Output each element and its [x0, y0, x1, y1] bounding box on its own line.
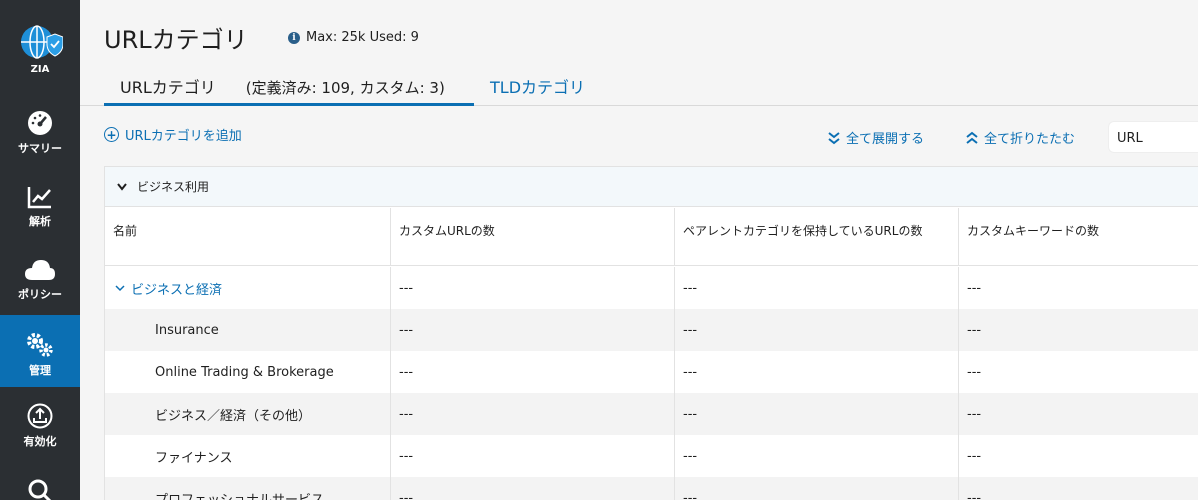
sidebar-item-activate[interactable]: 有効化	[0, 403, 80, 463]
row-custom-urls: ---	[391, 393, 675, 435]
row-parent-urls: ---	[675, 393, 959, 435]
row-name: ビジネス／経済（その他）	[105, 393, 391, 435]
row-parent-urls: ---	[675, 309, 959, 351]
collapse-all-label: 全て折りたたむ	[984, 132, 1076, 147]
sidebar-item-label: ポリシー	[18, 288, 62, 301]
plus-circle-icon: +	[104, 127, 119, 142]
row-name: プロフェッショナルサービス	[105, 477, 391, 500]
expand-all-button[interactable]: 全て展開する	[828, 128, 924, 147]
activate-icon	[27, 403, 53, 429]
row-name: ファイナンス	[105, 435, 391, 477]
column-header-parent-urls[interactable]: ペアレントカテゴリを保持しているURLの数	[675, 208, 959, 266]
quota-text: Max: 25k Used: 9	[306, 30, 419, 45]
page-title: URLカテゴリ	[104, 26, 248, 54]
table-row[interactable]: ビジネスと経済 --- --- ---	[105, 267, 1198, 309]
sidebar-item-summary[interactable]: サマリー	[0, 110, 80, 170]
table-row[interactable]: Online Trading & Brokerage --- --- ---	[105, 351, 1198, 393]
dashboard-icon	[28, 111, 52, 135]
row-parent-urls: ---	[675, 267, 959, 309]
row-keywords: ---	[967, 406, 982, 422]
row-custom-urls: ---	[391, 435, 675, 477]
table-row[interactable]: プロフェッショナルサービス --- --- ---	[105, 477, 1198, 500]
table-row[interactable]: Insurance --- --- ---	[105, 309, 1198, 351]
row-keywords: ---	[967, 364, 982, 380]
url-category-table: ビジネス利用 名前 カスタムURLの数 ペアレントカテゴリを保持しているURLの…	[104, 166, 1198, 500]
info-icon[interactable]: i	[288, 31, 300, 44]
double-chevron-up-icon	[966, 131, 978, 144]
column-header-custom-urls[interactable]: カスタムURLの数	[391, 208, 675, 266]
sidebar-item-analytics[interactable]: 解析	[0, 185, 80, 245]
cloud-icon	[25, 260, 55, 280]
column-header-name[interactable]: 名前	[105, 208, 391, 266]
sidebar: ZIA サマリー 解析 ポリシー 管理 有効化	[0, 0, 80, 500]
group-title: ビジネス利用	[137, 180, 210, 194]
sidebar-item-label: 管理	[29, 364, 51, 377]
row-custom-urls: ---	[391, 309, 675, 351]
logo-label: ZIA	[30, 64, 50, 75]
table-row[interactable]: ビジネス／経済（その他） --- --- ---	[105, 393, 1198, 435]
sidebar-item-policy[interactable]: ポリシー	[0, 258, 80, 318]
tab-count: (定義済み: 109, カスタム: 3)	[245, 79, 445, 97]
row-keywords: ---	[967, 490, 982, 500]
add-url-category-button[interactable]: + URLカテゴリを追加	[104, 125, 242, 144]
gears-icon	[27, 333, 53, 357]
row-custom-urls: ---	[391, 351, 675, 393]
quota-info: i Max: 25k Used: 9	[288, 30, 419, 45]
sidebar-item-administration[interactable]: 管理	[0, 315, 80, 387]
table-row[interactable]: ファイナンス --- --- ---	[105, 435, 1198, 477]
row-custom-urls: ---	[391, 477, 675, 500]
sidebar-item-label: 解析	[29, 215, 51, 228]
double-chevron-down-icon	[828, 131, 840, 144]
row-keywords: ---	[967, 322, 982, 338]
tab-tld-categories[interactable]: TLDカテゴリ	[490, 74, 585, 98]
tab-url-categories[interactable]: URLカテゴリ (定義済み: 109, カスタム: 3)	[104, 74, 474, 106]
row-name: Online Trading & Brokerage	[105, 351, 391, 393]
group-header[interactable]: ビジネス利用	[105, 167, 1198, 207]
row-name-cell[interactable]: ビジネスと経済	[105, 267, 391, 309]
column-header-keywords[interactable]: カスタムキーワードの数	[959, 208, 1198, 266]
chevron-down-icon	[117, 182, 127, 191]
table-header: 名前 カスタムURLの数 ペアレントカテゴリを保持しているURLの数 カスタムキ…	[105, 208, 1198, 266]
row-parent-urls: ---	[675, 435, 959, 477]
sidebar-item-label: サマリー	[18, 142, 62, 155]
sidebar-item-search[interactable]	[0, 478, 80, 500]
row-parent-urls: ---	[675, 351, 959, 393]
search-icon	[28, 479, 52, 500]
search-input[interactable]: URL	[1108, 121, 1198, 153]
row-name: ビジネスと経済	[131, 282, 223, 298]
globe-shield-icon	[21, 25, 63, 59]
sidebar-item-label: 有効化	[23, 435, 57, 448]
row-keywords: ---	[967, 448, 982, 464]
row-keywords: ---	[967, 280, 982, 296]
zia-logo[interactable]: ZIA	[0, 0, 80, 88]
analytics-icon	[27, 187, 51, 209]
row-parent-urls: ---	[675, 477, 959, 500]
tab-label: URLカテゴリ	[120, 78, 216, 97]
expand-all-label: 全て展開する	[846, 132, 925, 147]
collapse-all-button[interactable]: 全て折りたたむ	[966, 128, 1075, 147]
row-name: Insurance	[105, 309, 391, 351]
add-url-category-label: URLカテゴリを追加	[125, 129, 242, 144]
row-custom-urls: ---	[391, 267, 675, 309]
chevron-down-icon[interactable]	[115, 282, 125, 295]
